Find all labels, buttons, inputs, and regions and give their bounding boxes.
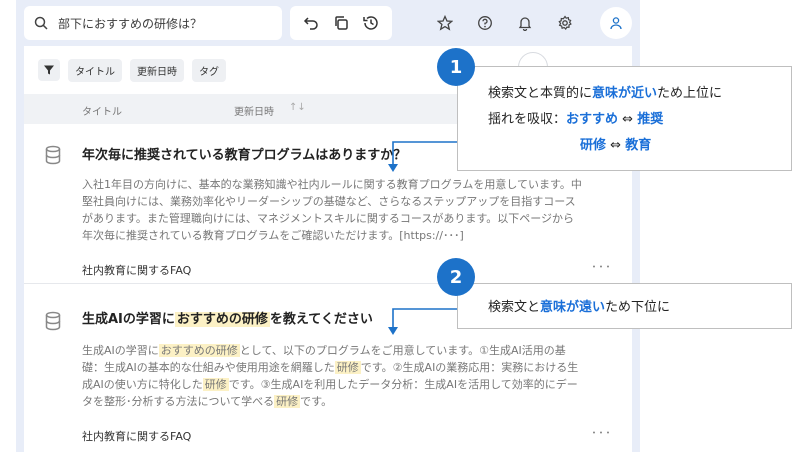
callout-text: ため上位に bbox=[657, 86, 723, 101]
callout-emphasis: 意味が遠い bbox=[540, 300, 606, 315]
step-badge-2: 2 bbox=[437, 258, 475, 296]
callout-emphasis: 意味が近い bbox=[592, 86, 658, 101]
annotation-callout-2: 検索文と意味が遠いため下位に bbox=[457, 283, 792, 329]
callout-text: 検索文と bbox=[488, 300, 541, 315]
callout-text: ため下位に bbox=[605, 300, 671, 315]
callout-line: 研修 ⇔ 教育 bbox=[488, 133, 791, 159]
step-badge-1: 1 bbox=[437, 48, 475, 86]
callout-emphasis: おすすめ bbox=[566, 112, 619, 127]
callout-emphasis: 教育 bbox=[625, 138, 652, 153]
callout-emphasis: 研修 bbox=[580, 138, 607, 153]
callout-line: 揺れを吸収：おすすめ ⇔ 推奨 bbox=[488, 107, 791, 133]
callout-line: 検索文と本質的に意味が近いため上位に bbox=[488, 81, 791, 107]
callout-text: ⇔ bbox=[606, 138, 626, 153]
annotation-callout-1: 検索文と本質的に意味が近いため上位に 揺れを吸収：おすすめ ⇔ 推奨 研修 ⇔ … bbox=[457, 66, 792, 171]
callout-text: 揺れを吸収： bbox=[488, 112, 567, 127]
callout-text: 検索文と本質的に bbox=[488, 86, 593, 101]
callout-emphasis: 推奨 bbox=[637, 112, 664, 127]
callout-text: ⇔ bbox=[618, 112, 638, 127]
